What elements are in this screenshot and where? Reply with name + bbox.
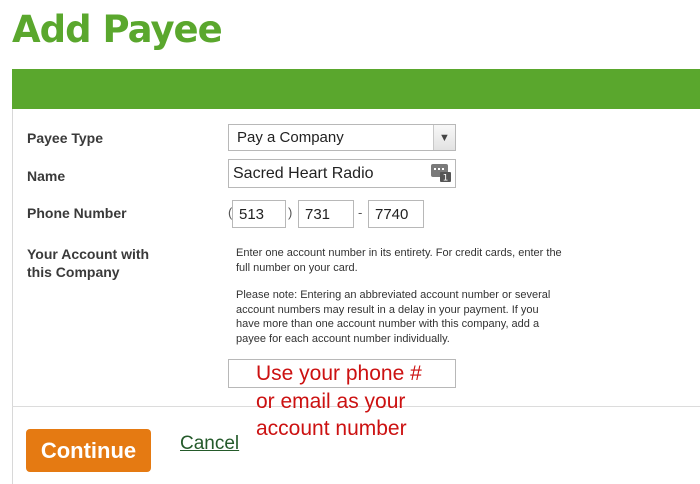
note-line: Please note: Entering an abbreviated acc… xyxy=(236,289,551,301)
svg-text:1: 1 xyxy=(443,174,449,183)
cancel-link[interactable]: Cancel xyxy=(180,433,239,455)
phone-dash: - xyxy=(358,205,363,220)
phone-line-value: 7740 xyxy=(375,206,409,223)
phone-prefix-input[interactable]: 731 xyxy=(298,200,354,228)
phone-prefix-value: 731 xyxy=(305,206,331,223)
annotation-text: Use your phone # or email as your accoun… xyxy=(256,360,456,443)
name-input[interactable]: Sacred Heart Radio 1 xyxy=(228,159,456,188)
annotation-line: or email as your xyxy=(256,389,406,413)
phone-area-code-value: 513 xyxy=(239,206,265,223)
account-note-text: Please note: Entering an abbreviated acc… xyxy=(236,288,636,346)
name-value: Sacred Heart Radio xyxy=(233,165,374,182)
header-banner xyxy=(12,69,700,109)
note-line: payee for each account number individual… xyxy=(236,332,450,345)
note-line: have more than one account number with t… xyxy=(236,318,540,330)
annotation-line: Use your phone # xyxy=(256,362,422,385)
annotation-line: account number xyxy=(256,417,407,440)
payee-type-label: Payee Type xyxy=(27,130,104,146)
phone-area-code-input[interactable]: 513 xyxy=(232,200,286,228)
note-line: account numbers may result in a delay in… xyxy=(236,303,539,316)
payee-type-value: Pay a Company xyxy=(237,129,344,146)
phone-line-input[interactable]: 7740 xyxy=(368,200,424,228)
account-label-line1: Your Account with xyxy=(27,246,150,262)
continue-button[interactable]: Continue xyxy=(26,429,151,472)
name-label: Name xyxy=(27,168,66,184)
payee-type-select[interactable]: Pay a Company ▼ xyxy=(228,124,456,151)
page-title: Add Payee xyxy=(12,8,223,51)
chevron-down-icon[interactable]: ▼ xyxy=(433,125,455,150)
account-help-text: Enter one account number in its entirety… xyxy=(236,246,636,275)
help-line: Enter one account number in its entirety… xyxy=(236,247,562,259)
address-book-icon[interactable]: 1 xyxy=(431,164,451,182)
phone-number-label: Phone Number xyxy=(27,205,127,221)
help-line: full number on your card. xyxy=(236,261,358,274)
close-paren: ) xyxy=(288,205,293,220)
account-label-line2: this Company xyxy=(27,264,120,280)
account-label: Your Account with this Company xyxy=(27,245,149,281)
